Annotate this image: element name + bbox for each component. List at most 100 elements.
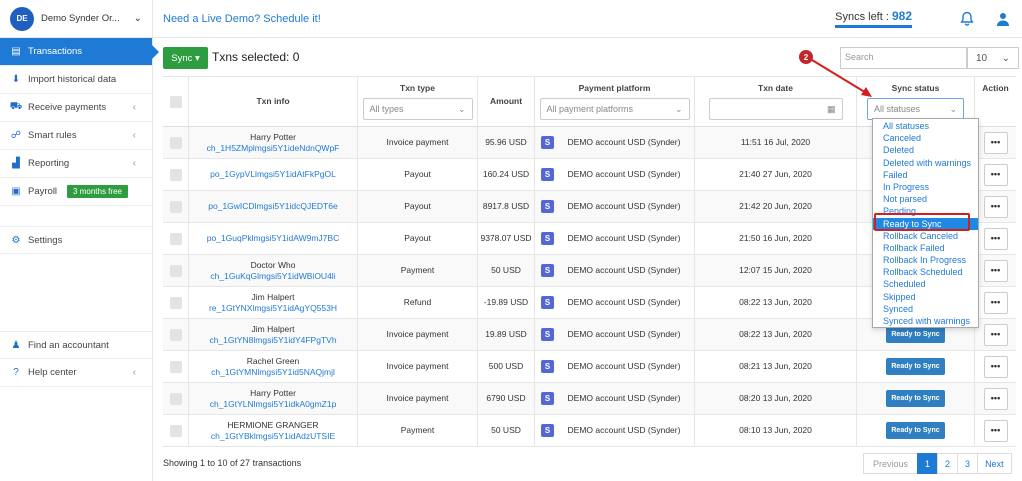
status-option[interactable]: Deleted — [873, 144, 978, 156]
txn-info-cell: po_1GwICDlmgsi5Y1idcQJEDT6e — [189, 191, 358, 222]
more-actions-button[interactable]: ••• — [983, 419, 1008, 442]
txn-id-link[interactable]: ch_1GtYMNlmgsi5Y1id5NAQjmjl — [211, 367, 335, 378]
org-switcher[interactable]: DE Demo Synder Or... ⌄ — [0, 0, 152, 38]
status-option[interactable]: Rollback Failed — [873, 242, 978, 254]
per-page-select[interactable]: 10 ⌄ — [967, 47, 1019, 69]
more-actions-button[interactable]: ••• — [983, 131, 1008, 154]
row-select-cell — [163, 415, 189, 446]
txn-id-link[interactable]: ch_1GtYLNlmgsi5Y1idkA0gmZ1p — [210, 399, 337, 410]
status-option[interactable]: Not parsed — [873, 193, 978, 205]
sidebar-item-smart-rules[interactable]: ☍ Smart rules ‹ — [0, 122, 152, 150]
txn-id-link[interactable]: po_1GwICDlmgsi5Y1idcQJEDT6e — [208, 201, 337, 212]
status-cell: Ready to Sync — [857, 415, 975, 446]
more-actions-button[interactable]: ••• — [983, 163, 1008, 186]
col-amount[interactable]: Amount — [478, 77, 535, 126]
txn-type-cell: Payout — [358, 191, 478, 222]
status-option[interactable]: Canceled — [873, 132, 978, 144]
syncs-left: Syncs left : 982 — [835, 9, 912, 28]
row-checkbox[interactable] — [169, 264, 182, 277]
row-checkbox[interactable] — [169, 328, 182, 341]
row-checkbox[interactable] — [169, 168, 182, 181]
org-name: Demo Synder Or... — [41, 13, 119, 24]
more-actions-button[interactable]: ••• — [983, 323, 1008, 346]
sidebar-item-reporting[interactable]: ▟ Reporting ‹ — [0, 150, 152, 178]
status-option[interactable]: Skipped — [873, 291, 978, 303]
platform-filter-select[interactable]: All payment platforms ⌄ — [539, 98, 690, 120]
status-filter-select[interactable]: All statuses ⌄ — [867, 98, 964, 120]
amount-cell: -19.89 USD — [478, 287, 535, 318]
status-option[interactable]: All statuses — [873, 120, 978, 132]
sidebar-item-transactions[interactable]: ▤ Transactions — [0, 38, 159, 66]
top-header: Need a Live Demo? Schedule it! Syncs lef… — [153, 0, 1022, 38]
platform-filter-value: All payment platforms — [546, 103, 634, 114]
chevron-down-icon: ⌄ — [674, 103, 683, 114]
txn-id-link[interactable]: ch_1H5ZMplmgsi5Y1ideNdnQWpF — [207, 143, 340, 154]
row-checkbox[interactable] — [169, 360, 182, 373]
date-cell: 21:40 27 Jun, 2020 — [695, 159, 857, 190]
row-checkbox[interactable] — [169, 392, 182, 405]
sidebar-item-payroll[interactable]: ▣ Payroll 3 months free — [0, 178, 152, 206]
more-actions-button[interactable]: ••• — [983, 291, 1008, 314]
more-actions-button[interactable]: ••• — [983, 227, 1008, 250]
txn-id-link[interactable]: ch_1GtYN8lmgsi5Y1idY4FPgTVh — [209, 335, 336, 346]
sidebar-item-label: Reporting — [28, 158, 70, 169]
select-all-checkbox[interactable] — [169, 95, 182, 108]
txn-id-link[interactable]: po_1GuqPklmgsi5Y1idAW9mJ7BC — [207, 233, 339, 244]
date-cell: 08:22 13 Jun, 2020 — [695, 287, 857, 318]
date-cell: 08:21 13 Jun, 2020 — [695, 351, 857, 382]
row-checkbox[interactable] — [169, 232, 182, 245]
stripe-icon: S — [541, 136, 554, 149]
status-option[interactable]: Deleted with warnings — [873, 157, 978, 169]
more-actions-button[interactable]: ••• — [983, 195, 1008, 218]
more-actions-button[interactable]: ••• — [983, 387, 1008, 410]
status-option[interactable]: Scheduled — [873, 278, 978, 290]
row-checkbox[interactable] — [169, 296, 182, 309]
status-cell: Ready to Sync — [857, 383, 975, 414]
date-cell: 12:07 15 Jun, 2020 — [695, 255, 857, 286]
status-option[interactable]: Failed — [873, 169, 978, 181]
platform-name: DEMO account USD (Synder) — [567, 201, 681, 211]
user-icon[interactable] — [994, 10, 1012, 28]
live-demo-link[interactable]: Need a Live Demo? Schedule it! — [163, 13, 321, 25]
status-badge: Ready to Sync — [886, 358, 945, 375]
type-filter-select[interactable]: All types ⌄ — [362, 98, 473, 120]
page-2[interactable]: 2 — [937, 453, 959, 474]
sidebar-item-settings[interactable]: ⚙ Settings — [0, 226, 152, 254]
col-payment-platform: Payment platform All payment platforms ⌄ — [535, 77, 695, 126]
platform-name: DEMO account USD (Synder) — [567, 169, 681, 179]
money-icon: ▣ — [11, 186, 21, 197]
page-1[interactable]: 1 — [917, 453, 939, 474]
txn-info-cell: Harry Potter ch_1GtYLNlmgsi5Y1idkA0gmZ1p — [189, 383, 358, 414]
page-3[interactable]: 3 — [957, 453, 979, 474]
page-next[interactable]: Next — [977, 453, 1012, 474]
txn-id-link[interactable]: ch_1GuKqGlmgsi5Y1idWBiOU4li — [210, 271, 335, 282]
txn-type-cell: Invoice payment — [358, 319, 478, 350]
bell-icon[interactable] — [958, 10, 976, 28]
status-option[interactable]: Synced — [873, 303, 978, 315]
more-actions-button[interactable]: ••• — [983, 259, 1008, 282]
status-option[interactable]: Rollback Scheduled — [873, 266, 978, 278]
page-previous[interactable]: Previous — [863, 453, 919, 474]
sidebar-item-find-accountant[interactable]: ♟ Find an accountant — [0, 331, 152, 359]
txn-id-link[interactable]: re_1GtYNXlmgsi5Y1idAgYQ553H — [209, 303, 337, 314]
row-checkbox[interactable] — [169, 424, 182, 437]
status-option[interactable]: Rollback Canceled — [873, 230, 978, 242]
status-option[interactable]: Rollback In Progress — [873, 254, 978, 266]
col-txn-info[interactable]: Txn info — [189, 77, 358, 126]
txn-id-link[interactable]: po_1GypVLlmgsi5Y1idAtFkPgOL — [210, 169, 336, 180]
more-actions-button[interactable]: ••• — [983, 355, 1008, 378]
row-checkbox[interactable] — [169, 200, 182, 213]
sidebar-item-receive-payments[interactable]: ⛟ Receive payments ‹ — [0, 94, 152, 122]
status-option[interactable]: In Progress — [873, 181, 978, 193]
status-option[interactable]: Synced with warnings — [873, 315, 978, 327]
payroll-badge: 3 months free — [67, 185, 128, 198]
sidebar-item-import[interactable]: ⬇ Import historical data — [0, 66, 152, 94]
row-checkbox[interactable] — [169, 136, 182, 149]
action-cell: ••• — [975, 223, 1016, 254]
sidebar-item-help-center[interactable]: ? Help center ‹ — [0, 359, 152, 387]
platform-cell: S DEMO account USD (Synder) — [535, 191, 695, 222]
txn-id-link[interactable]: ch_1GtYBklmgsi5Y1idAdzUTSIE — [211, 431, 335, 442]
sync-button[interactable]: Sync ▾ — [163, 47, 208, 69]
chevron-down-icon: ⌄ — [457, 103, 466, 114]
date-cell: 21:50 16 Jun, 2020 — [695, 223, 857, 254]
